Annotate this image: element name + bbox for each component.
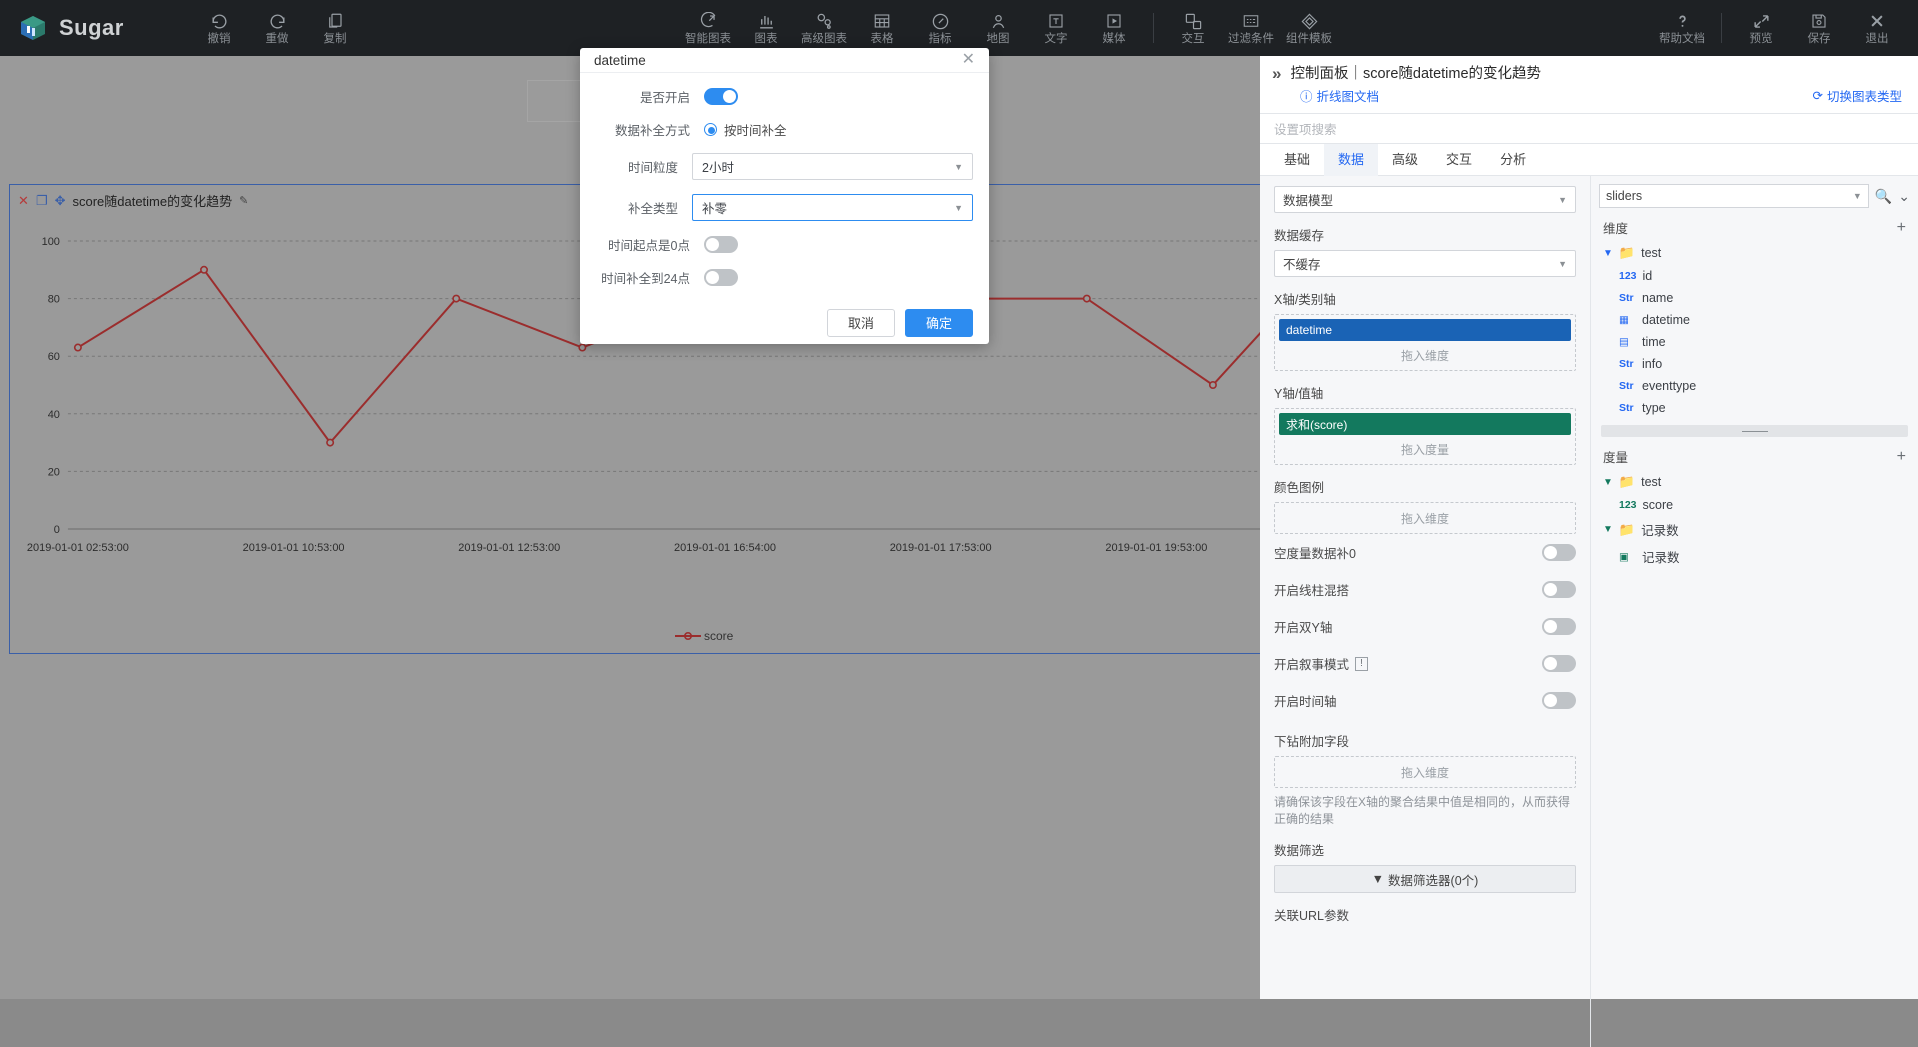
chevron-down-icon: ▼ [954,162,963,172]
field-fill-type: 补全类型 补零 ▼ [596,194,973,221]
cancel-button[interactable]: 取消 [827,309,895,337]
fill-type-label: 补全类型 [596,198,692,217]
field-granularity: 时间粒度 2小时 ▼ [596,153,973,180]
fill-mode-radio-by-time[interactable]: 按时间补全 [704,120,787,139]
enable-label: 是否开启 [596,87,704,106]
granularity-select[interactable]: 2小时 ▼ [692,153,973,180]
field-enable: 是否开启 [596,87,973,106]
dialog-header: datetime ✕ [580,48,989,73]
radio-selected-icon [704,123,717,136]
chevron-down-icon: ▼ [954,203,963,213]
enable-toggle[interactable] [704,88,738,105]
fill-to-24-label: 时间补全到24点 [596,268,704,287]
granularity-label: 时间粒度 [596,157,692,176]
granularity-value: 2小时 [702,157,734,176]
close-icon[interactable]: ✕ [962,52,975,68]
start-zero-toggle[interactable] [704,236,738,253]
field-fill-to-24: 时间补全到24点 [596,268,973,287]
field-start-zero: 时间起点是0点 [596,235,973,254]
dialog-footer: 取消 确定 [580,301,989,344]
dialog-body: 是否开启 数据补全方式 按时间补全 时间粒度 2小时 ▼ 补全类型 [580,73,989,301]
field-fill-mode: 数据补全方式 按时间补全 [596,120,973,139]
start-zero-label: 时间起点是0点 [596,235,704,254]
fill-mode-label: 数据补全方式 [596,120,704,139]
fill-type-value: 补零 [702,198,727,217]
dialog-title: datetime [594,53,646,68]
confirm-button[interactable]: 确定 [905,309,973,337]
datetime-settings-dialog: datetime ✕ 是否开启 数据补全方式 按时间补全 时间粒度 2小时 ▼ [580,48,989,344]
fill-mode-option-label: 按时间补全 [724,120,787,139]
fill-to-24-toggle[interactable] [704,269,738,286]
fill-type-select[interactable]: 补零 ▼ [692,194,973,221]
